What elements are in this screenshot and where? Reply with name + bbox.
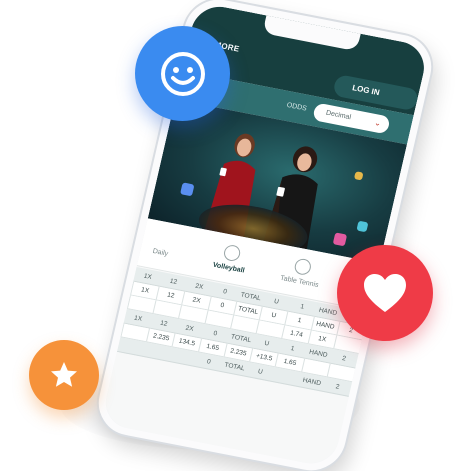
tab-table-tennis[interactable]: Table Tennis <box>269 253 334 291</box>
table-cell: TOTAL <box>230 332 252 344</box>
heart-badge <box>337 245 433 341</box>
table-cell <box>144 349 170 354</box>
dice-icon <box>332 232 348 247</box>
star-badge <box>29 340 99 410</box>
table-cell: 2 <box>341 354 347 363</box>
tab-label: Table Tennis <box>279 274 320 290</box>
table-cell: HAND <box>302 376 322 387</box>
table-cell: 1 <box>299 302 305 311</box>
smile-icon <box>160 51 205 96</box>
dice-icon <box>356 220 369 233</box>
star-icon <box>51 362 77 387</box>
table-cell <box>170 354 196 359</box>
table-cell: 12 <box>169 277 178 286</box>
table-cell: 1X <box>143 272 153 281</box>
tab-label: Volleyball <box>212 261 246 275</box>
table-cell: 12 <box>159 319 169 328</box>
table-cell: 2X <box>194 282 204 291</box>
table-cell: U <box>257 367 264 376</box>
tab-daily[interactable]: Daily <box>130 226 195 262</box>
tab-volleyball[interactable]: Volleyball <box>198 240 263 278</box>
table-cell: TOTAL <box>240 291 262 302</box>
table-cell: 2 <box>335 382 341 391</box>
odds-format-label: ODDS <box>285 101 308 113</box>
odds-format-value: Decimal <box>325 109 352 122</box>
table-cell <box>273 374 299 379</box>
table-cell: 0 <box>212 329 218 338</box>
volleyball-icon <box>222 243 242 263</box>
tab-label: Daily <box>151 247 169 258</box>
chevron-down-icon: ⌄ <box>373 118 383 129</box>
table-cell: 2X <box>184 324 195 333</box>
table-cell: 1 <box>290 344 296 353</box>
table-cell <box>119 344 145 349</box>
table-cell: 0 <box>206 357 212 366</box>
dice-icon <box>180 182 195 197</box>
table-cell: HAND <box>308 348 329 359</box>
heart-icon <box>364 274 406 312</box>
sport-icon <box>155 231 172 247</box>
table-cell: 0 <box>222 287 228 296</box>
smile-badge <box>135 26 230 121</box>
table-cell: TOTAL <box>223 361 246 372</box>
table-tennis-icon <box>293 257 313 277</box>
promo-stage: MORE LOG IN ODDS Decimal ⌄ Daily Volleyb… <box>0 0 466 471</box>
table-cell: U <box>273 297 280 306</box>
table-cell: HAND <box>318 306 338 317</box>
table-cell: 1X <box>133 314 143 323</box>
dice-icon <box>353 171 364 181</box>
table-cell: U <box>263 339 270 348</box>
